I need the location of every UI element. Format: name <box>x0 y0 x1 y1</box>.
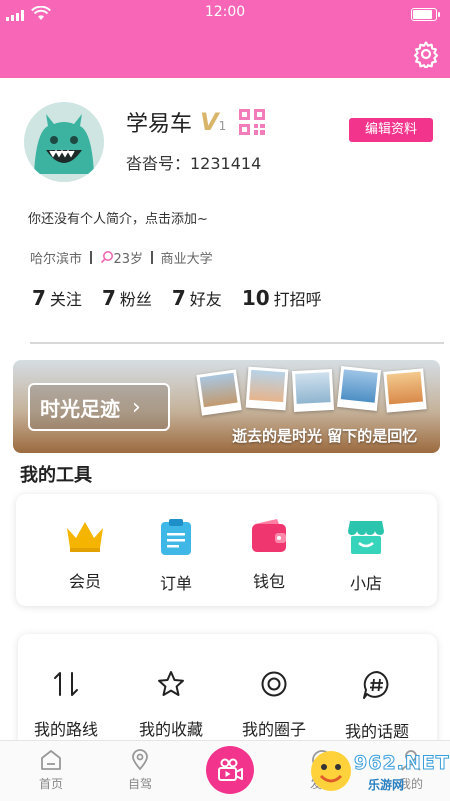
stat-friends[interactable]: 7 好友 <box>172 286 222 310</box>
section-divider <box>30 342 444 344</box>
banner-photo <box>291 368 335 413</box>
nav-publish-video-button[interactable] <box>206 746 254 794</box>
circle-icon <box>261 671 287 697</box>
tool-wallet[interactable]: 钱包 <box>239 518 299 592</box>
stat-following[interactable]: 7 关注 <box>32 286 82 310</box>
stat-number: 10 <box>241 286 270 310</box>
tools-section-title: 我的工具 <box>20 465 92 486</box>
my-item-label: 我的话题 <box>344 722 409 741</box>
hashtag-bubble-icon <box>363 671 389 699</box>
age-label: 23岁 <box>113 251 144 267</box>
stat-fans[interactable]: 7 粉丝 <box>102 286 152 310</box>
nav-home[interactable]: 首页 <box>21 749 81 792</box>
stat-label: 好友 <box>189 290 222 309</box>
vip-badge-letter: V <box>200 108 219 136</box>
status-time: 12:00 <box>204 4 246 20</box>
female-gender-icon <box>100 251 113 264</box>
tag-divider <box>151 250 153 264</box>
time-footprint-button[interactable]: 时光足迹 › <box>28 383 170 431</box>
my-topics[interactable]: 我的话题 <box>337 670 417 742</box>
edit-profile-button[interactable]: 编辑资料 <box>349 118 433 142</box>
tool-membership[interactable]: 会员 <box>55 518 115 592</box>
banner-photo <box>245 366 289 411</box>
tool-shop[interactable]: 小店 <box>336 518 396 594</box>
home-icon <box>41 750 61 770</box>
my-item-label: 我的圈子 <box>241 720 306 739</box>
banner-photo <box>196 369 242 416</box>
watermark-number: 962.NET <box>354 752 450 775</box>
stat-label: 粉丝 <box>119 290 152 309</box>
chevron-right-icon: › <box>132 394 141 420</box>
banner-photo <box>336 366 382 411</box>
stat-number: 7 <box>32 286 46 310</box>
bio-prompt[interactable]: 你还没有个人简介，点击添加~ <box>28 208 208 227</box>
school-tag: 商业大学 <box>160 251 213 267</box>
tool-label: 钱包 <box>252 572 285 591</box>
user-id: 沓沓号：1231414 <box>126 154 262 173</box>
age-tag: 23岁 <box>100 248 144 267</box>
watermark-smile-icon <box>311 751 351 791</box>
stat-label: 打招呼 <box>273 290 322 309</box>
stat-greetings[interactable]: 10 打招呼 <box>242 286 322 310</box>
shop-icon <box>348 521 384 554</box>
time-footprint-label: 时光足迹 <box>40 396 120 421</box>
vip-badge-level: 1 <box>218 119 227 133</box>
tool-orders[interactable]: 订单 <box>146 518 206 594</box>
profile-tags: 哈尔滨市 23岁 商业大学 <box>30 248 213 267</box>
battery-icon <box>411 8 440 21</box>
my-routes[interactable]: 我的路线 <box>26 670 106 740</box>
nav-label: 自驾 <box>127 777 152 791</box>
video-camera-icon <box>218 758 243 781</box>
tool-label: 会员 <box>68 572 101 591</box>
qr-code-icon[interactable] <box>238 108 266 136</box>
route-arrows-icon <box>54 672 78 696</box>
wallet-icon <box>252 519 286 552</box>
nav-label: 首页 <box>38 777 63 791</box>
clipboard-icon <box>161 519 191 555</box>
stat-label: 关注 <box>49 290 82 309</box>
tools-card: 会员 订单 钱包 小店 <box>16 494 437 606</box>
stat-number: 7 <box>101 286 116 310</box>
my-circles[interactable]: 我的圈子 <box>234 670 314 740</box>
city-tag: 哈尔滨市 <box>30 251 83 267</box>
banner-slogan: 逝去的是时光 留下的是回忆 <box>232 427 418 445</box>
star-icon <box>158 671 184 696</box>
nav-self-drive[interactable]: 自驾 <box>110 749 170 792</box>
my-item-label: 我的路线 <box>33 720 98 739</box>
stat-number: 7 <box>171 286 186 310</box>
avatar[interactable] <box>24 102 104 182</box>
my-item-label: 我的收藏 <box>138 720 203 739</box>
location-pin-icon <box>132 749 148 771</box>
profile-name: 学易车 <box>126 112 193 137</box>
watermark-sub: 乐游网 <box>368 778 405 792</box>
watermark-logo: 962.NET 乐游网 <box>308 748 449 796</box>
vip-badge: V1 <box>200 108 232 136</box>
tool-label: 订单 <box>159 574 192 593</box>
stats-row: 7 关注 7 粉丝 7 好友 10 打招呼 <box>32 286 342 310</box>
tool-label: 小店 <box>349 574 382 593</box>
my-favorites[interactable]: 我的收藏 <box>131 670 211 740</box>
crown-icon <box>67 522 103 552</box>
tag-divider <box>90 250 92 264</box>
banner-photo <box>383 368 427 413</box>
monster-avatar-icon <box>24 102 104 182</box>
gear-icon[interactable] <box>412 40 440 68</box>
